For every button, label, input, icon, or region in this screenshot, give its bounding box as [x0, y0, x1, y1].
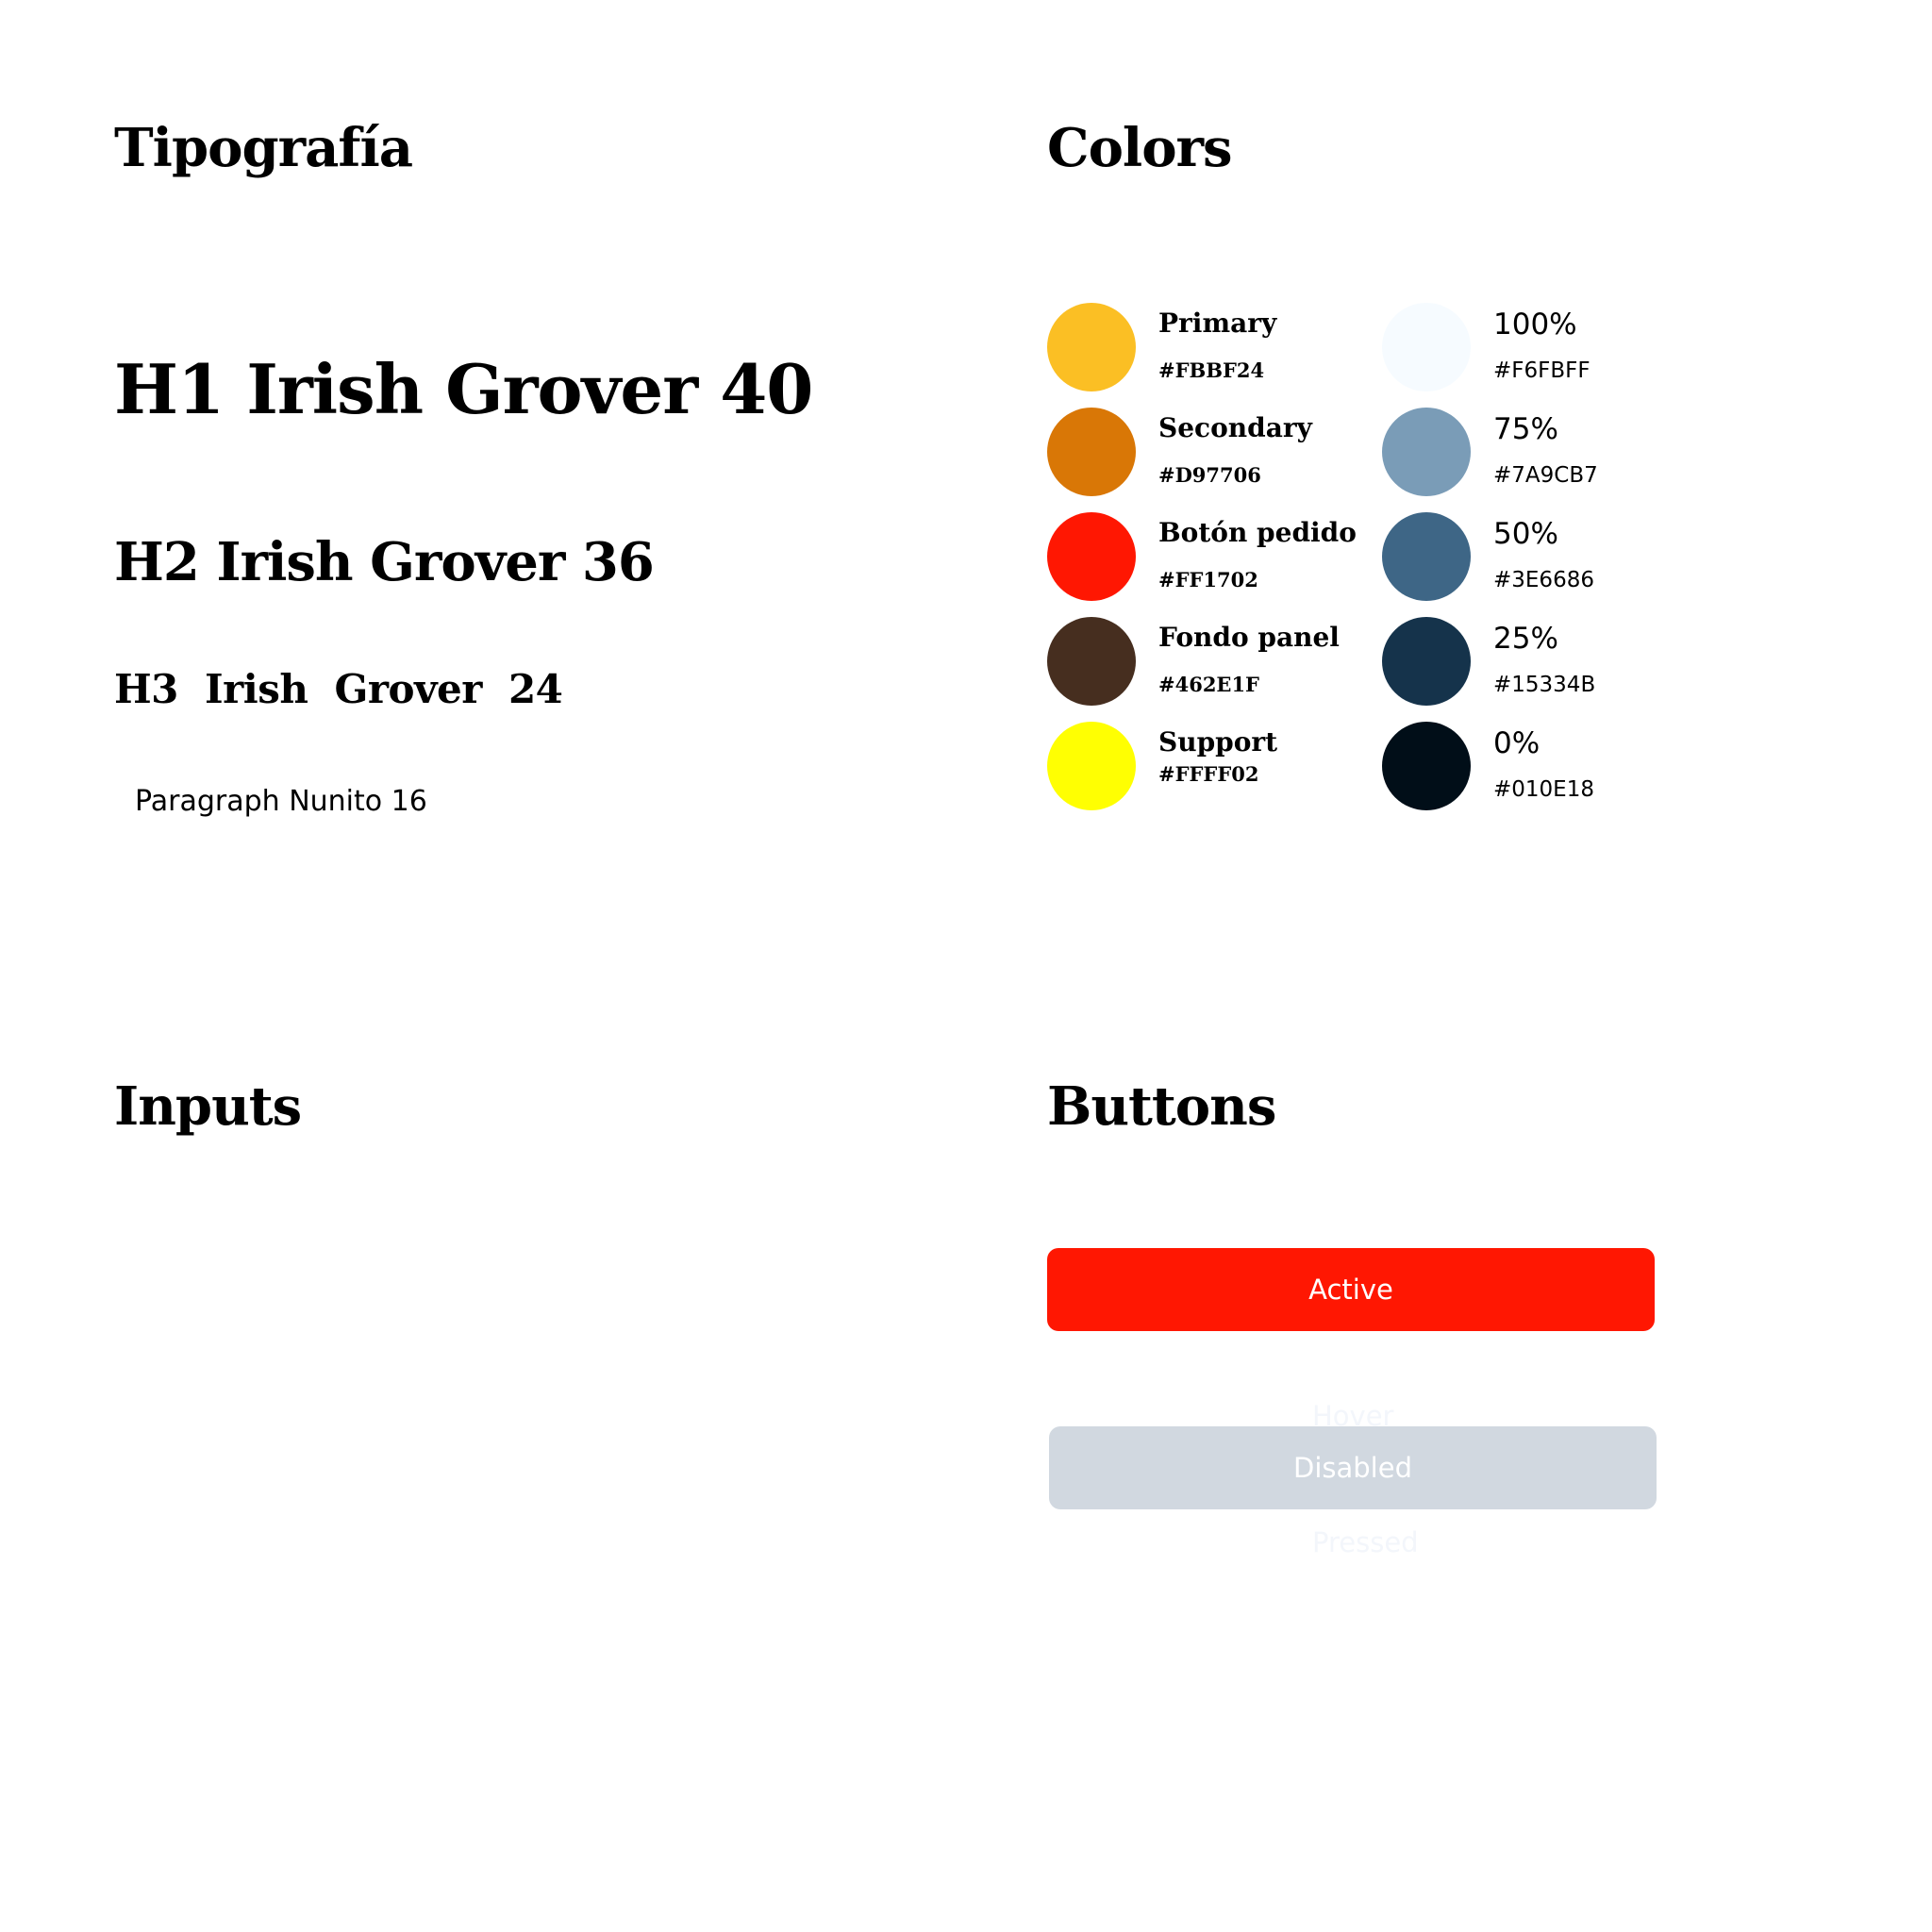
scale-name-100: 100%: [1493, 308, 1577, 341]
color-hex-primary: #FBBF24: [1158, 358, 1265, 382]
buttons-section-title: Buttons: [1047, 1075, 1276, 1138]
active-button[interactable]: Active: [1047, 1248, 1655, 1331]
swatch-scale-25: [1382, 617, 1471, 706]
scale-name-50: 50%: [1493, 517, 1558, 551]
scale-hex-25: #15334B: [1493, 673, 1596, 697]
scale-name-25: 25%: [1493, 622, 1558, 656]
swatch-scale-0: [1382, 722, 1471, 810]
color-hex-fondo-panel: #462E1F: [1158, 673, 1259, 696]
color-name-primary: Primary: [1158, 308, 1277, 339]
scale-hex-75: #7A9CB7: [1493, 463, 1598, 488]
swatch-scale-50: [1382, 512, 1471, 601]
color-name-fondo-panel: Fondo panel: [1158, 622, 1340, 653]
swatch-support: [1047, 722, 1136, 810]
h3-specimen: H3 Irish Grover 24: [114, 666, 563, 712]
colors-section-title: Colors: [1047, 117, 1233, 179]
typography-section-title: Tipografía: [114, 117, 413, 179]
scale-name-0: 0%: [1493, 726, 1541, 760]
swatch-scale-75: [1382, 408, 1471, 496]
swatch-secondary: [1047, 408, 1136, 496]
h1-specimen: H1 Irish Grover 40: [114, 349, 813, 429]
color-hex-support: #FFFF02: [1158, 762, 1259, 786]
swatch-boton-pedido: [1047, 512, 1136, 601]
color-hex-secondary: #D97706: [1158, 463, 1261, 487]
color-hex-boton-pedido: #FF1702: [1158, 568, 1258, 591]
color-name-support: Support: [1158, 726, 1278, 758]
swatch-primary: [1047, 303, 1136, 391]
swatch-scale-100: [1382, 303, 1471, 391]
scale-name-75: 75%: [1493, 412, 1558, 446]
scale-hex-0: #010E18: [1493, 777, 1594, 802]
paragraph-specimen: Paragraph Nunito 16: [135, 785, 427, 818]
scale-hex-50: #3E6686: [1493, 568, 1594, 592]
scale-hex-100: #F6FBFF: [1493, 358, 1591, 383]
h2-specimen: H2 Irish Grover 36: [114, 531, 655, 593]
disabled-button[interactable]: Disabled: [1049, 1426, 1657, 1509]
color-name-boton-pedido: Botón pedido: [1158, 517, 1357, 548]
inputs-section-title: Inputs: [114, 1075, 302, 1138]
swatch-fondo-panel: [1047, 617, 1136, 706]
color-name-secondary: Secondary: [1158, 412, 1312, 443]
pressed-label: Pressed: [1312, 1526, 1419, 1558]
